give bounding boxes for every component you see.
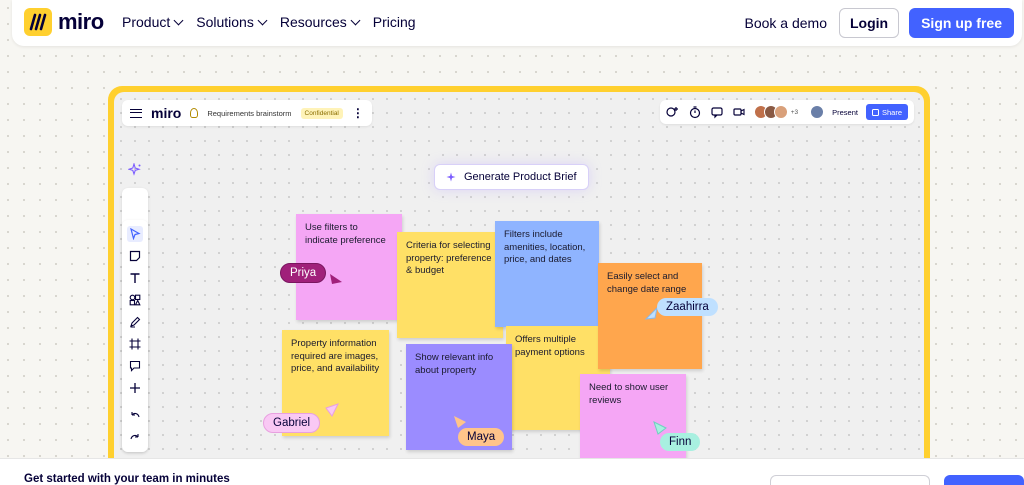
share-button[interactable]: Share xyxy=(865,104,908,120)
share-icon xyxy=(871,108,879,116)
nav-resources[interactable]: Resources xyxy=(279,14,361,30)
cursor-label-finn: Finn xyxy=(660,433,701,451)
board-collab-bar: +3 Present Share xyxy=(659,100,914,124)
book-demo-link[interactable]: Book a demo xyxy=(744,15,827,31)
cursor-arrow-icon xyxy=(330,274,342,284)
lightbulb-icon xyxy=(190,108,199,118)
sticky-note-tool[interactable] xyxy=(127,248,143,264)
logo-text: miro xyxy=(58,9,104,34)
sparkle-icon xyxy=(128,163,141,176)
chevron-down-icon xyxy=(257,15,268,25)
cursor-label-maya: Maya xyxy=(458,428,505,446)
frame-tool[interactable] xyxy=(127,336,143,352)
present-button[interactable]: Present xyxy=(832,108,858,117)
undo-icon xyxy=(131,412,140,418)
more-options-icon[interactable]: ⋮ xyxy=(352,107,364,119)
share-label: Share xyxy=(881,107,902,117)
shapes-icon xyxy=(129,294,141,306)
banner-text: Get started with your team in minutes xyxy=(24,473,230,485)
plus-icon xyxy=(130,383,140,393)
pen-icon xyxy=(130,316,141,328)
menu-icon[interactable] xyxy=(130,108,142,118)
chat-icon[interactable] xyxy=(710,105,724,119)
user-avatar[interactable] xyxy=(810,105,825,119)
cursor-label-gabriel: Gabriel xyxy=(263,413,321,433)
comment-icon xyxy=(129,360,141,372)
cursor-icon xyxy=(130,228,141,240)
board-frame: miro Requirements brainstorm Confidentia… xyxy=(108,86,930,476)
avatar-extra-count: +3 xyxy=(790,108,799,116)
board-header: miro Requirements brainstorm Confidentia… xyxy=(122,100,372,126)
board-logo: miro xyxy=(151,105,182,121)
cursor-label-priya: Priya xyxy=(280,263,327,283)
sparkle-icon xyxy=(446,172,456,181)
comment-tool[interactable] xyxy=(127,358,143,374)
nav-resources-label: Resources xyxy=(279,14,347,30)
cursor-label-zaahirra: Zaahirra xyxy=(657,298,718,316)
generate-button-label: Generate Product Brief xyxy=(464,171,577,183)
sticky-note-icon xyxy=(129,250,141,262)
miro-logo[interactable]: miro xyxy=(24,8,104,36)
shapes-tool[interactable] xyxy=(127,292,143,308)
miro-logo-icon xyxy=(24,8,52,36)
text-tool[interactable] xyxy=(127,270,143,286)
timer-icon[interactable] xyxy=(688,105,702,119)
ai-sparkle-tool[interactable] xyxy=(127,162,143,178)
board-canvas[interactable]: miro Requirements brainstorm Confidentia… xyxy=(114,92,924,476)
reactions-icon[interactable] xyxy=(666,105,680,119)
nav-pricing[interactable]: Pricing xyxy=(373,14,416,30)
generate-product-brief-button[interactable]: Generate Product Brief xyxy=(434,164,589,190)
nav-pricing-label: Pricing xyxy=(372,14,416,30)
chevron-down-icon xyxy=(350,15,361,25)
add-tool[interactable] xyxy=(127,380,143,396)
sticky-note-text: Need to show user reviews xyxy=(589,382,669,406)
banner-signup-button[interactable] xyxy=(944,475,1024,485)
bottom-banner: Get started with your team in minutes xyxy=(0,458,1024,485)
nav-product[interactable]: Product xyxy=(122,14,184,30)
sticky-note-text: Use filters to indicate preference xyxy=(305,222,386,246)
redo-tool[interactable] xyxy=(127,430,143,446)
collaborator-avatars[interactable]: +3 xyxy=(753,105,799,119)
chevron-down-icon xyxy=(173,15,184,25)
video-icon[interactable] xyxy=(732,105,746,119)
sticky-note-text: Filters include amenities, location, pri… xyxy=(504,229,586,265)
banner-email-input[interactable] xyxy=(770,475,930,485)
signup-button[interactable]: Sign up free xyxy=(909,8,1014,38)
sticky-note-text: Property information required are images… xyxy=(291,338,380,374)
sticky-note-text: Offers multiple payment options xyxy=(515,334,585,358)
pen-tool[interactable] xyxy=(127,314,143,330)
nav-solutions[interactable]: Solutions xyxy=(196,14,268,30)
cursor-arrow-icon xyxy=(325,403,339,417)
frame-icon xyxy=(129,338,141,350)
sticky-note-text: Criteria for selecting property: prefere… xyxy=(406,240,492,276)
board-title[interactable]: Requirements brainstorm xyxy=(207,109,291,118)
nav-product-label: Product xyxy=(122,14,171,30)
board-toolbar-main xyxy=(122,220,148,452)
text-icon xyxy=(130,273,140,283)
undo-tool[interactable] xyxy=(127,408,143,424)
sticky-note[interactable]: Filters include amenities, location, pri… xyxy=(495,221,599,327)
login-button[interactable]: Login xyxy=(838,8,900,38)
redo-icon xyxy=(130,434,139,440)
confidential-badge: Confidential xyxy=(300,107,343,119)
nav-solutions-label: Solutions xyxy=(196,14,254,30)
avatar xyxy=(773,105,788,119)
sticky-note-text: Show relevant info about property xyxy=(415,352,494,376)
sticky-note[interactable]: Criteria for selecting property: prefere… xyxy=(397,232,503,338)
top-nav: miro Product Solutions Resources Pricing… xyxy=(12,0,1022,46)
sticky-note-text: Easily select and change date range xyxy=(607,271,687,295)
select-tool[interactable] xyxy=(127,226,143,242)
